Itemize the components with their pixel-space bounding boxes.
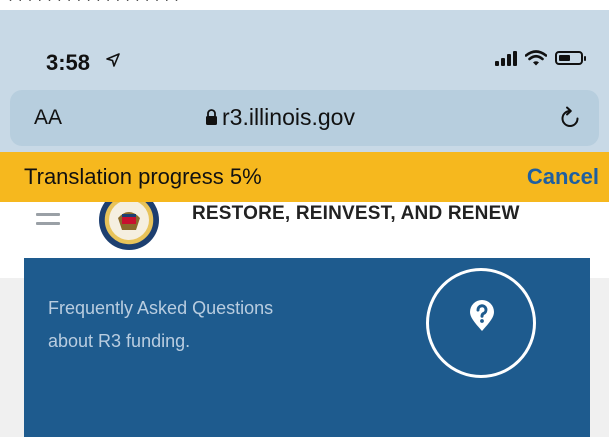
cropped-text-fragment: · · · · · · · · · · · · · · · · · · — [8, 0, 179, 8]
location-arrow-icon — [106, 53, 120, 67]
hamburger-menu-icon[interactable] — [36, 213, 60, 231]
question-location-pin-icon — [470, 300, 494, 331]
faq-card-line-1: Frequently Asked Questions — [48, 298, 274, 318]
reload-icon[interactable] — [559, 106, 581, 130]
faq-card-line-2: about R3 funding. — [48, 331, 191, 351]
cancel-translation-button[interactable]: Cancel — [527, 164, 599, 190]
cropped-top-strip: · · · · · · · · · · · · · · · · · · — [0, 0, 609, 10]
faq-icon-circle — [426, 268, 536, 378]
cellular-signal-icon — [495, 50, 517, 66]
status-indicators — [495, 50, 586, 66]
site-title: RESTORE, REINVEST, AND RENEW — [192, 203, 520, 224]
translation-progress-bar: Translation progress 5% Cancel — [0, 152, 609, 202]
url-text[interactable]: r3.illinois.gov — [222, 104, 355, 131]
text-size-button[interactable]: AA — [34, 106, 62, 130]
address-bar[interactable]: AA r3.illinois.gov — [10, 90, 599, 146]
status-time: 3:58 — [46, 50, 91, 75]
state-seal-logo[interactable] — [94, 202, 164, 254]
browser-chrome: 3:58 AA r3.illinois.gov — [0, 10, 609, 152]
translation-progress-label: Translation progress 5% — [24, 164, 262, 189]
lock-icon — [206, 109, 217, 125]
faq-card[interactable]: Frequently Asked Questions about R3 fund… — [24, 258, 590, 437]
battery-icon — [555, 51, 586, 65]
wifi-icon — [525, 50, 547, 66]
faq-card-text: Frequently Asked Questions about R3 fund… — [48, 292, 328, 358]
